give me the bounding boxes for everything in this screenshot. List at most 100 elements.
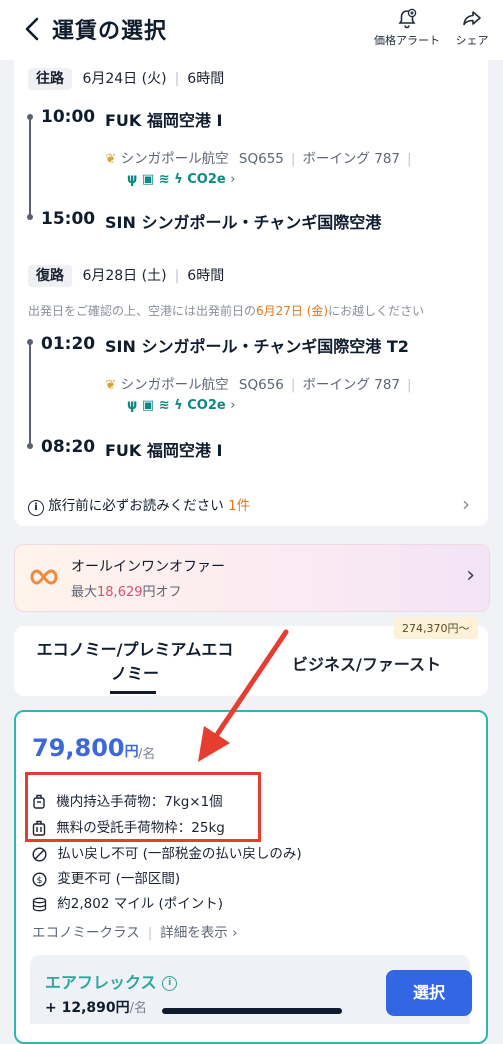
fare-per: /名: [138, 747, 156, 762]
inbound-dep-time: 01:20: [41, 334, 96, 354]
details-link[interactable]: 詳細を表示: [160, 925, 228, 941]
share-label: シェア: [455, 34, 489, 47]
share-icon: [463, 11, 481, 26]
entertainment-icon: ▣: [141, 398, 155, 413]
infinity-icon: [30, 569, 58, 585]
dollar-circle-icon: $: [32, 871, 47, 887]
airline-logo-icon: ❦: [105, 151, 117, 167]
outbound-chip: 往路: [28, 68, 72, 90]
offer-prefix: 最大: [71, 585, 98, 600]
read-before-label: 旅行前に必ずお読みください: [48, 498, 224, 514]
info-icon: i: [28, 500, 44, 516]
outbound-amenities[interactable]: ψ ▣ ≋ ϟ CO2e ›: [127, 172, 235, 187]
feature-miles-text: 約2,802 マイル (ポイント): [57, 896, 224, 912]
select-button[interactable]: 選択: [386, 970, 472, 1016]
timeline-dot: [27, 214, 33, 220]
inbound-date: 6月28日 (土): [82, 268, 167, 284]
feature-miles: 約2,802 マイル (ポイント): [32, 892, 223, 912]
outbound-arr-time: 15:00: [41, 209, 96, 229]
all-in-one-offer-banner[interactable]: オールインワンオファー 最大18,629円オフ ›: [14, 544, 490, 612]
power-icon: ϟ: [174, 398, 183, 413]
header-bar: 運賃の選択 価格アラート シェア: [0, 0, 503, 60]
outbound-dep-airport: FUK 福岡空港 I: [105, 111, 223, 130]
fare-class-label: エコノミークラス: [32, 925, 140, 941]
entertainment-icon: ▣: [141, 172, 155, 187]
fare-price-amount: 79,800: [32, 734, 125, 762]
wifi-icon: ≋: [158, 172, 170, 187]
fare-class-row: エコノミークラス | 詳細を表示 ›: [32, 925, 238, 941]
feature-refund-text: 払い戻し不可 (一部税金の払い戻しのみ): [57, 846, 302, 862]
offer-discount: 最大18,629円オフ: [71, 581, 182, 600]
fare-currency: 円: [124, 744, 139, 760]
co2-label: CO2e: [187, 172, 226, 187]
co2-label: CO2e: [187, 398, 226, 413]
outbound-arr-airport: SIN シンガポール・チャンギ国際空港: [105, 213, 382, 232]
notice-text: 出発日をご確認の上、空港には出発前日の: [28, 304, 257, 318]
offer-title: オールインワンオファー: [71, 559, 225, 575]
inbound-dep-airport: SIN シンガポール・チャンギ国際空港 T2: [105, 337, 409, 356]
page-title: 運賃の選択: [52, 19, 168, 44]
tab-business[interactable]: ビジネス/ファースト: [292, 651, 441, 675]
inbound-flight-no: SQ656: [238, 377, 284, 393]
bell-plus-icon: [398, 8, 417, 29]
inbound-duration: 6時間: [187, 268, 225, 284]
inbound-date-row: 復路 6月28日 (土) | 6時間: [28, 265, 225, 287]
timeline-dot: [27, 443, 33, 449]
notice-text-end: にお越しください: [328, 304, 425, 318]
outbound-flight-no: SQ655: [238, 151, 284, 167]
business-price-badge: 274,370円〜: [394, 617, 478, 639]
offer-suffix: 円オフ: [142, 585, 182, 600]
option-price-row: + 12,890円/名: [45, 997, 147, 1017]
inbound-airline-row: ❦ シンガポール航空 SQ656 | ボーイング 787 |: [105, 377, 412, 393]
option-price: + 12,890円: [45, 1000, 130, 1016]
active-tab-indicator: [110, 691, 156, 694]
offer-amount: 18,629: [97, 585, 143, 600]
outbound-aircraft: ボーイング 787: [302, 151, 400, 167]
fare-price: 79,800円: [32, 734, 139, 762]
outbound-airline: シンガポール航空: [120, 151, 229, 167]
chevron-right-icon: ›: [466, 563, 475, 588]
outbound-date: 6月24日 (火): [82, 71, 167, 87]
option-name: エアフレックス: [45, 973, 157, 992]
inbound-chip: 復路: [28, 265, 72, 287]
chevron-right-icon: ›: [230, 398, 236, 413]
share-button[interactable]: シェア: [450, 8, 494, 48]
inbound-airline: シンガポール航空: [120, 377, 229, 393]
annotation-arrow-icon: [198, 629, 289, 762]
outbound-dep-time: 10:00: [41, 107, 96, 127]
wifi-icon: ≋: [158, 398, 170, 413]
coins-icon: [32, 897, 47, 911]
price-alert-label: 価格アラート: [374, 34, 440, 47]
outbound-date-row: 往路 6月24日 (火) | 6時間: [28, 68, 225, 90]
airline-logo-icon: ❦: [105, 377, 117, 393]
inbound-amenities[interactable]: ψ ▣ ≋ ϟ CO2e ›: [127, 398, 235, 413]
meal-icon: ψ: [127, 398, 138, 413]
outbound-duration: 6時間: [187, 71, 225, 87]
chevron-right-icon: ›: [462, 492, 470, 516]
no-refund-icon: [32, 846, 47, 862]
chevron-right-icon: ›: [230, 172, 236, 187]
svg-text:$: $: [37, 876, 43, 886]
price-alert-button[interactable]: 価格アラート: [370, 8, 444, 48]
meal-icon: ψ: [127, 172, 138, 187]
power-icon: ϟ: [174, 172, 183, 187]
highlight-box: [25, 772, 261, 842]
inbound-aircraft: ボーイング 787: [302, 377, 400, 393]
back-arrow-icon[interactable]: [18, 14, 48, 44]
feature-change-text: 変更不可 (一部区間): [57, 871, 181, 887]
inbound-arr-time: 08:20: [41, 437, 96, 457]
timeline-line: [29, 117, 31, 217]
option-per: /名: [129, 1001, 148, 1016]
inbound-arr-airport: FUK 福岡空港 I: [105, 441, 223, 460]
home-indicator: [162, 1008, 342, 1014]
notice-date: 6月27日 (金): [256, 304, 329, 318]
timeline-line: [29, 342, 31, 446]
outbound-airline-row: ❦ シンガポール航空 SQ655 | ボーイング 787 |: [105, 151, 412, 167]
arrival-notice: 出発日をご確認の上、空港には出発前日の6月27日 (金)にお越しください: [28, 302, 424, 319]
feature-change: $ 変更不可 (一部区間): [32, 867, 180, 887]
read-before-travel-row[interactable]: i 旅行前に必ずお読みください 1件 ›: [28, 492, 476, 516]
option-name-row: エアフレックス i: [45, 969, 178, 993]
feature-refund: 払い戻し不可 (一部税金の払い戻しのみ): [32, 842, 302, 862]
read-before-count: 1件: [228, 498, 251, 514]
info-icon[interactable]: i: [162, 976, 178, 991]
